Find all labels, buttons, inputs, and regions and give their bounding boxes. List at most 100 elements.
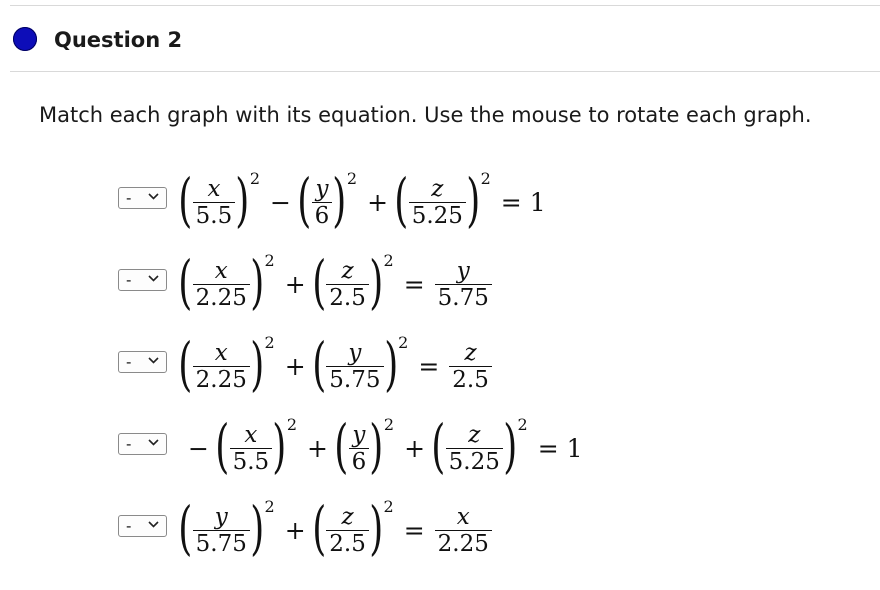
equals-sign: = bbox=[403, 515, 425, 545]
left-paren: ( bbox=[311, 248, 326, 316]
equation-select[interactable]: - bbox=[118, 269, 167, 291]
term-fraction-numerator: y bbox=[348, 339, 362, 366]
operator: + bbox=[284, 351, 306, 381]
term-fraction-numerator: y bbox=[315, 175, 329, 202]
term-fraction-denominator: 6 bbox=[314, 202, 330, 229]
equation-select[interactable]: - bbox=[118, 515, 167, 537]
term-fraction: z 5.25 bbox=[408, 175, 466, 229]
equation-select-value: - bbox=[126, 517, 132, 535]
exponent: 2 bbox=[480, 168, 491, 188]
question-title: Question 2 bbox=[54, 28, 183, 52]
term-fraction-denominator: 6 bbox=[351, 448, 367, 475]
rhs-fraction-denominator: 5.75 bbox=[437, 284, 489, 311]
equation: (x 2.25) 2 +(z 2.5) 2 = y 5.75 bbox=[178, 242, 494, 326]
question-prompt: Match each graph with its equation. Use … bbox=[39, 103, 812, 127]
chevron-down-icon bbox=[148, 357, 159, 364]
equation-select-value: - bbox=[126, 435, 132, 453]
exponent: 2 bbox=[346, 168, 358, 188]
term-fraction-denominator: 2.25 bbox=[195, 284, 247, 311]
right-paren: ) bbox=[369, 248, 384, 316]
squared-term: (z 2.5) 2 bbox=[311, 494, 396, 562]
left-paren: ( bbox=[394, 166, 409, 234]
operator: + bbox=[284, 269, 306, 299]
equation: (x 5.5) 2−(y 6) 2 +(z 5.25) 2 = 1 bbox=[178, 160, 546, 244]
rhs-constant: 1 bbox=[566, 433, 583, 463]
rhs-constant: 1 bbox=[529, 187, 546, 217]
squared-term: (y 5.75) 2 bbox=[311, 330, 411, 398]
term-fraction-denominator: 5.5 bbox=[232, 448, 270, 475]
equation-select[interactable]: - bbox=[118, 187, 167, 209]
squared-term: (z 5.25) 2 bbox=[431, 412, 530, 480]
term-fraction-denominator: 2.25 bbox=[195, 366, 247, 393]
term-fraction: z 2.5 bbox=[326, 258, 369, 311]
right-paren: ) bbox=[503, 412, 518, 480]
equals-sign: = bbox=[537, 433, 559, 463]
right-paren: ) bbox=[235, 166, 250, 234]
header-divider bbox=[10, 71, 880, 72]
left-paren: ( bbox=[334, 412, 349, 480]
exponent: 2 bbox=[383, 250, 394, 270]
term-fraction: y 5.75 bbox=[192, 503, 250, 557]
term-fraction-numerator: x bbox=[214, 339, 228, 366]
squared-term: (x 5.5) 2 bbox=[178, 166, 262, 234]
equals-sign: = bbox=[418, 351, 440, 381]
left-paren: ( bbox=[311, 494, 326, 562]
rhs-fraction-denominator: 2.5 bbox=[452, 366, 489, 393]
right-paren: ) bbox=[250, 494, 265, 562]
term-fraction: x 2.25 bbox=[192, 258, 250, 311]
question-status-dot bbox=[13, 27, 37, 51]
term-fraction: y6 bbox=[311, 175, 333, 229]
term-fraction-denominator: 5.75 bbox=[329, 366, 381, 393]
chevron-down-icon bbox=[148, 439, 159, 446]
right-paren: ) bbox=[332, 166, 347, 234]
term-fraction-denominator: 5.25 bbox=[448, 448, 500, 475]
equation-select-value: - bbox=[126, 189, 132, 207]
equals-sign: = bbox=[500, 187, 522, 217]
rhs-fraction-denominator: 2.25 bbox=[437, 530, 489, 557]
left-paren: ( bbox=[178, 248, 193, 316]
exponent: 2 bbox=[383, 414, 395, 434]
equation: (x 2.25) 2 +(y 5.75) 2 = z 2.5 bbox=[178, 324, 494, 408]
term-fraction-denominator: 5.5 bbox=[195, 202, 233, 229]
term-fraction-numerator: z bbox=[431, 175, 444, 202]
term-fraction: y 5.75 bbox=[326, 339, 384, 393]
left-paren: ( bbox=[178, 166, 193, 234]
squared-term: (y 6) 2 bbox=[297, 166, 359, 234]
equation-select[interactable]: - bbox=[118, 433, 167, 455]
equation-row: - −(x 5.5) 2 +(y 6) 2 +(z 5.25) 2 = 1 bbox=[118, 406, 878, 490]
exponent: 2 bbox=[517, 414, 528, 434]
term-fraction-numerator: z bbox=[341, 257, 354, 284]
exponent: 2 bbox=[398, 332, 409, 352]
operator: + bbox=[307, 433, 328, 463]
rhs-fraction-numerator: y bbox=[456, 257, 470, 284]
squared-term: (x 2.25) 2 bbox=[178, 330, 277, 398]
equation-select[interactable]: - bbox=[118, 351, 167, 373]
exponent: 2 bbox=[264, 250, 275, 270]
squared-term: (z 5.25) 2 bbox=[394, 166, 493, 234]
rhs-fraction: y 5.75 bbox=[434, 257, 492, 311]
chevron-down-icon bbox=[148, 193, 159, 200]
right-paren: ) bbox=[383, 330, 398, 398]
term-fraction: x 5.5 bbox=[229, 422, 273, 475]
left-paren: ( bbox=[215, 412, 230, 480]
term-fraction: x 5.5 bbox=[192, 175, 236, 229]
equation-row: -(y 5.75) 2 +(z 2.5) 2 = x 2.25 bbox=[118, 488, 878, 572]
chevron-down-icon bbox=[148, 521, 159, 528]
right-paren: ) bbox=[250, 330, 265, 398]
left-paren: ( bbox=[311, 330, 326, 398]
equation-row: -(x 2.25) 2 +(y 5.75) 2 = z 2.5 bbox=[118, 324, 878, 408]
rhs-fraction: z 2.5 bbox=[449, 340, 492, 393]
right-paren: ) bbox=[369, 412, 384, 480]
exponent: 2 bbox=[249, 168, 261, 188]
rhs-fraction-numerator: z bbox=[464, 339, 477, 366]
squared-term: (x 5.5) 2 bbox=[215, 412, 299, 480]
exponent: 2 bbox=[286, 414, 297, 434]
term-fraction-numerator: x bbox=[207, 175, 221, 202]
exponent: 2 bbox=[264, 332, 275, 352]
left-paren: ( bbox=[178, 494, 193, 562]
term-fraction-numerator: z bbox=[468, 421, 481, 448]
operator: + bbox=[284, 515, 306, 545]
term-fraction-denominator: 2.5 bbox=[329, 284, 366, 311]
term-fraction-numerator: y bbox=[214, 503, 228, 530]
squared-term: (y 5.75) 2 bbox=[178, 494, 277, 562]
